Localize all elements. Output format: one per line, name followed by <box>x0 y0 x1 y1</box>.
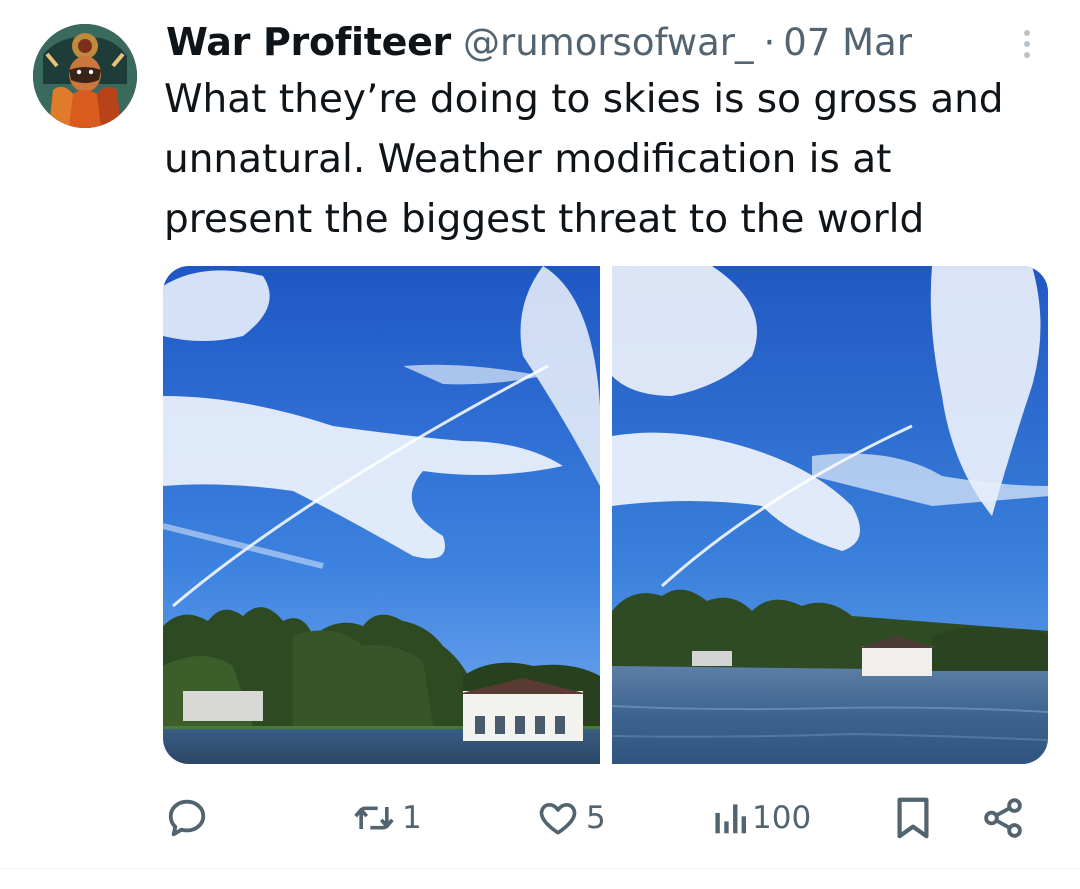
views-button[interactable]: 100 <box>712 790 811 846</box>
sky-photo-2 <box>611 266 1048 764</box>
like-count: 5 <box>586 800 606 836</box>
like-button[interactable]: 5 <box>536 790 606 846</box>
media-grid <box>163 266 1048 764</box>
heart-icon <box>539 802 577 835</box>
bookmark-button[interactable] <box>893 790 933 846</box>
bookmark-icon <box>897 797 929 839</box>
more-options-icon[interactable] <box>1013 22 1041 66</box>
tweet-date[interactable]: 07 Mar <box>783 21 912 64</box>
tweet-text: What they’re doing to skies is so gross … <box>164 77 1004 242</box>
share-button[interactable] <box>980 790 1026 846</box>
retweet-button[interactable]: 1 <box>352 790 422 846</box>
tweet-actions: 1 5 100 <box>0 790 1080 846</box>
separator-dot: · <box>763 20 776 64</box>
avatar-image <box>33 24 137 128</box>
more-dot <box>1024 30 1030 36</box>
sky-photo-1 <box>163 266 600 764</box>
share-icon <box>984 798 1022 838</box>
avatar[interactable] <box>33 24 137 128</box>
more-dot <box>1024 52 1030 58</box>
display-name[interactable]: War Profiteer <box>166 20 451 64</box>
reply-button[interactable] <box>164 790 210 846</box>
divider <box>0 868 1080 869</box>
user-handle[interactable]: @rumorsofwar_ <box>463 21 754 64</box>
tweet-header: War Profiteer @rumorsofwar_ · 07 Mar <box>166 14 1040 70</box>
views-count: 100 <box>752 800 812 836</box>
photo-2[interactable] <box>611 266 1048 764</box>
retweet-icon <box>354 806 394 830</box>
retweet-count: 1 <box>402 800 422 836</box>
more-dot <box>1024 41 1030 47</box>
photo-1[interactable] <box>163 266 600 764</box>
views-icon <box>715 804 746 834</box>
reply-icon <box>168 799 206 837</box>
